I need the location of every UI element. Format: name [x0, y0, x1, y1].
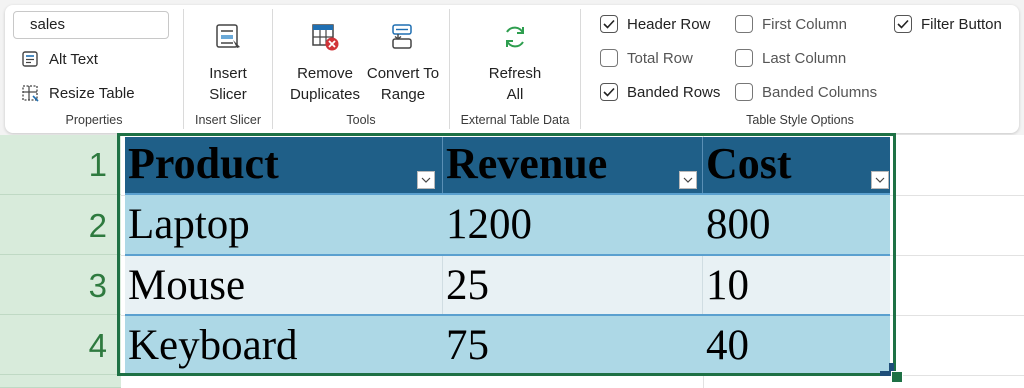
header-cell[interactable]: Cost — [703, 137, 890, 193]
table-row: Keyboard 75 40 — [125, 314, 890, 376]
table-cell[interactable]: 25 — [443, 256, 703, 316]
table-row: Mouse 25 10 — [125, 254, 890, 316]
table-cell[interactable]: 800 — [703, 195, 890, 255]
slicer-icon — [216, 24, 240, 48]
checkbox-box — [894, 15, 912, 33]
checkmark-icon — [603, 87, 615, 97]
table-cell[interactable]: Laptop — [125, 195, 443, 255]
tools-group: Remove Duplicates Convert To Range Tools — [273, 5, 449, 133]
filter-button-checkbox[interactable]: Filter Button — [894, 15, 1002, 33]
row-header[interactable]: 1 — [0, 135, 121, 195]
refresh-icon — [506, 26, 524, 48]
table-name-input[interactable]: sales — [13, 11, 169, 39]
checkbox-box — [600, 83, 618, 101]
convert-to-range-button[interactable]: Convert To Range — [359, 19, 447, 105]
insert-slicer-line1: Insert — [209, 65, 247, 82]
checkmark-icon — [603, 19, 615, 29]
table-cell[interactable]: 1200 — [443, 195, 703, 255]
row-header[interactable] — [0, 375, 121, 388]
table-header-row: Product Revenue Cost — [125, 137, 890, 193]
total-row-label: Total Row — [627, 49, 693, 67]
row-header[interactable]: 2 — [0, 195, 121, 255]
checkbox-box — [600, 49, 618, 67]
resize-table-label: Resize Table — [49, 84, 135, 102]
table-style-options-label: Table Style Options — [746, 113, 854, 127]
remove-duplicates-line1: Remove — [297, 65, 353, 82]
alt-text-button[interactable]: Alt Text — [21, 50, 98, 68]
header-cell[interactable]: Product — [125, 137, 443, 193]
chevron-down-icon — [683, 177, 693, 183]
remove-duplicates-icon — [312, 24, 339, 51]
header-cell-text: Revenue — [446, 139, 608, 188]
alt-text-label: Alt Text — [49, 50, 98, 68]
fill-handle[interactable] — [891, 371, 903, 383]
table-style-options-group: Header Row Total Row Banded Rows First C… — [581, 5, 1019, 133]
insert-slicer-group: Insert Slicer Insert Slicer — [184, 5, 272, 133]
checkbox-box — [735, 49, 753, 67]
banded-columns-label: Banded Columns — [762, 83, 878, 101]
refresh-all-line1: Refresh — [488, 65, 542, 82]
row-header[interactable]: 4 — [0, 315, 121, 375]
remove-duplicates-button[interactable]: Remove Duplicates — [285, 19, 365, 105]
header-row-label: Header Row — [627, 15, 711, 33]
properties-group: sales Alt Text Resize Table Properties — [5, 5, 183, 133]
last-column-label: Last Column — [762, 49, 847, 67]
resize-table-button[interactable]: Resize Table — [21, 84, 135, 102]
refresh-all-line2: All — [506, 86, 524, 103]
insert-slicer-button[interactable]: Insert Slicer — [184, 19, 272, 105]
resize-table-icon — [22, 85, 39, 102]
first-column-checkbox[interactable]: First Column — [735, 15, 847, 33]
table-cell[interactable]: 75 — [443, 316, 703, 376]
filter-dropdown-button[interactable] — [679, 171, 697, 189]
table-cell[interactable]: Mouse — [125, 256, 443, 316]
first-column-label: First Column — [762, 15, 848, 33]
chevron-down-icon — [875, 177, 885, 183]
header-cell-text: Product — [128, 139, 279, 188]
header-cell-text: Cost — [706, 139, 792, 188]
external-table-data-group: Refresh All External Table Data — [450, 5, 580, 133]
insert-slicer-group-label: Insert Slicer — [195, 113, 261, 127]
table-row: Laptop 1200 800 — [125, 193, 890, 255]
checkbox-box — [735, 15, 753, 33]
convert-to-range-icon — [392, 24, 412, 49]
banded-columns-checkbox[interactable]: Banded Columns — [735, 83, 877, 101]
tools-group-label: Tools — [346, 113, 376, 127]
header-cell[interactable]: Revenue — [443, 137, 703, 193]
table-design-ribbon: sales Alt Text Resize Table Properties I… — [5, 5, 1019, 133]
convert-to-range-line1: Convert To — [366, 65, 440, 82]
last-column-checkbox[interactable]: Last Column — [735, 49, 846, 67]
refresh-all-button[interactable]: Refresh All — [474, 19, 556, 105]
checkmark-icon — [897, 19, 909, 29]
checkbox-box — [600, 15, 618, 33]
external-table-data-label: External Table Data — [460, 113, 570, 127]
remove-duplicates-line2: Duplicates — [289, 86, 361, 103]
insert-slicer-line2: Slicer — [209, 86, 247, 103]
banded-rows-label: Banded Rows — [627, 83, 721, 101]
filter-dropdown-button[interactable] — [417, 171, 435, 189]
row-header[interactable]: 3 — [0, 255, 121, 315]
chevron-down-icon — [421, 177, 431, 183]
filter-button-label: Filter Button — [921, 15, 1002, 33]
table-cell[interactable]: 40 — [703, 316, 890, 376]
total-row-checkbox[interactable]: Total Row — [600, 49, 693, 67]
banded-rows-checkbox[interactable]: Banded Rows — [600, 83, 720, 101]
convert-to-range-line2: Range — [380, 86, 426, 103]
properties-group-label: Properties — [65, 113, 123, 127]
table-cell[interactable]: 10 — [703, 256, 890, 316]
checkbox-box — [735, 83, 753, 101]
header-row-checkbox[interactable]: Header Row — [600, 15, 710, 33]
table-cell[interactable]: Keyboard — [125, 316, 443, 376]
filter-dropdown-button[interactable] — [871, 171, 889, 189]
alt-text-icon — [22, 51, 38, 67]
